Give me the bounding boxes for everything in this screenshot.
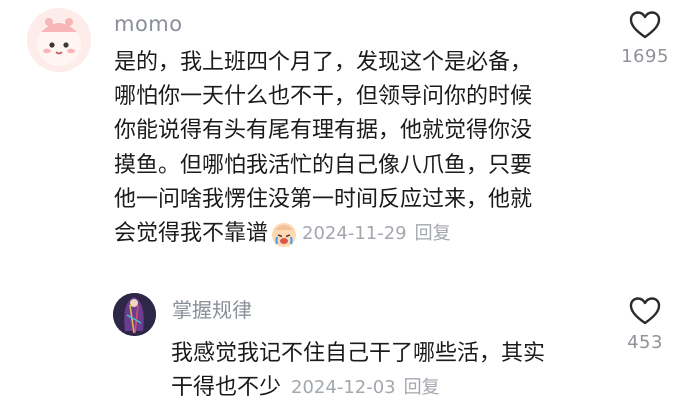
heart-icon [629,11,661,39]
comment-text: 是的，我上班四个月了，发现这个是必备， 哪怕你一天什么也不干，但领导问你的时候 … [114,46,532,251]
comment-thread: momo 是的，我上班四个月了，发现这个是必备， 哪怕你一天什么也不干，但领导问… [0,0,690,416]
comment-line: 你能说得有头有尾有理有据，他就觉得你没 [114,118,533,144]
reply-line: 我感觉我记不住自己干了哪些活，其实 [171,341,546,366]
avatar-illustration [27,8,91,72]
comment-line: 哪怕你一天什么也不干，但领导问你的时候 [114,84,533,110]
reply-date: 2024-12-03 [291,377,396,399]
reply-avatar[interactable] [113,293,156,336]
reply-line: 干得也不少 [171,375,282,401]
comment-username[interactable]: momo [114,14,183,35]
reply-like-count: 453 [627,332,663,353]
reply-text: 我感觉我记不住自己干了哪些活，其实 干得也不少 2024-12-03 回复 [171,337,545,405]
heart-icon [629,297,661,325]
comment-last-line: 会觉得我不靠谱 2024-11-29 回复 [114,217,532,251]
reply-reply-button[interactable]: 回复 [404,371,440,405]
comment-line: 摸鱼。但哪怕我活忙的自己像八爪鱼，只要 [114,152,533,178]
reply-username[interactable]: 掌握规律 [172,300,252,320]
reply-last-line: 干得也不少 2024-12-03 回复 [171,371,545,405]
comment-line: 会觉得我不靠谱 [114,220,269,246]
like-button[interactable]: 1695 [605,10,685,67]
comment-line: 他一问啥我愣住没第一时间反应过来，他就 [114,186,533,212]
comment-date: 2024-11-29 [302,222,407,244]
reply-button[interactable]: 回复 [415,217,451,251]
reply-avatar-illustration [113,293,156,336]
reply-like-button[interactable]: 453 [605,296,685,353]
comment-line: 是的，我上班四个月了，发现这个是必备， [114,50,533,75]
crying-face-emoji-icon [270,220,298,248]
avatar[interactable] [27,8,91,72]
like-count: 1695 [621,46,669,67]
